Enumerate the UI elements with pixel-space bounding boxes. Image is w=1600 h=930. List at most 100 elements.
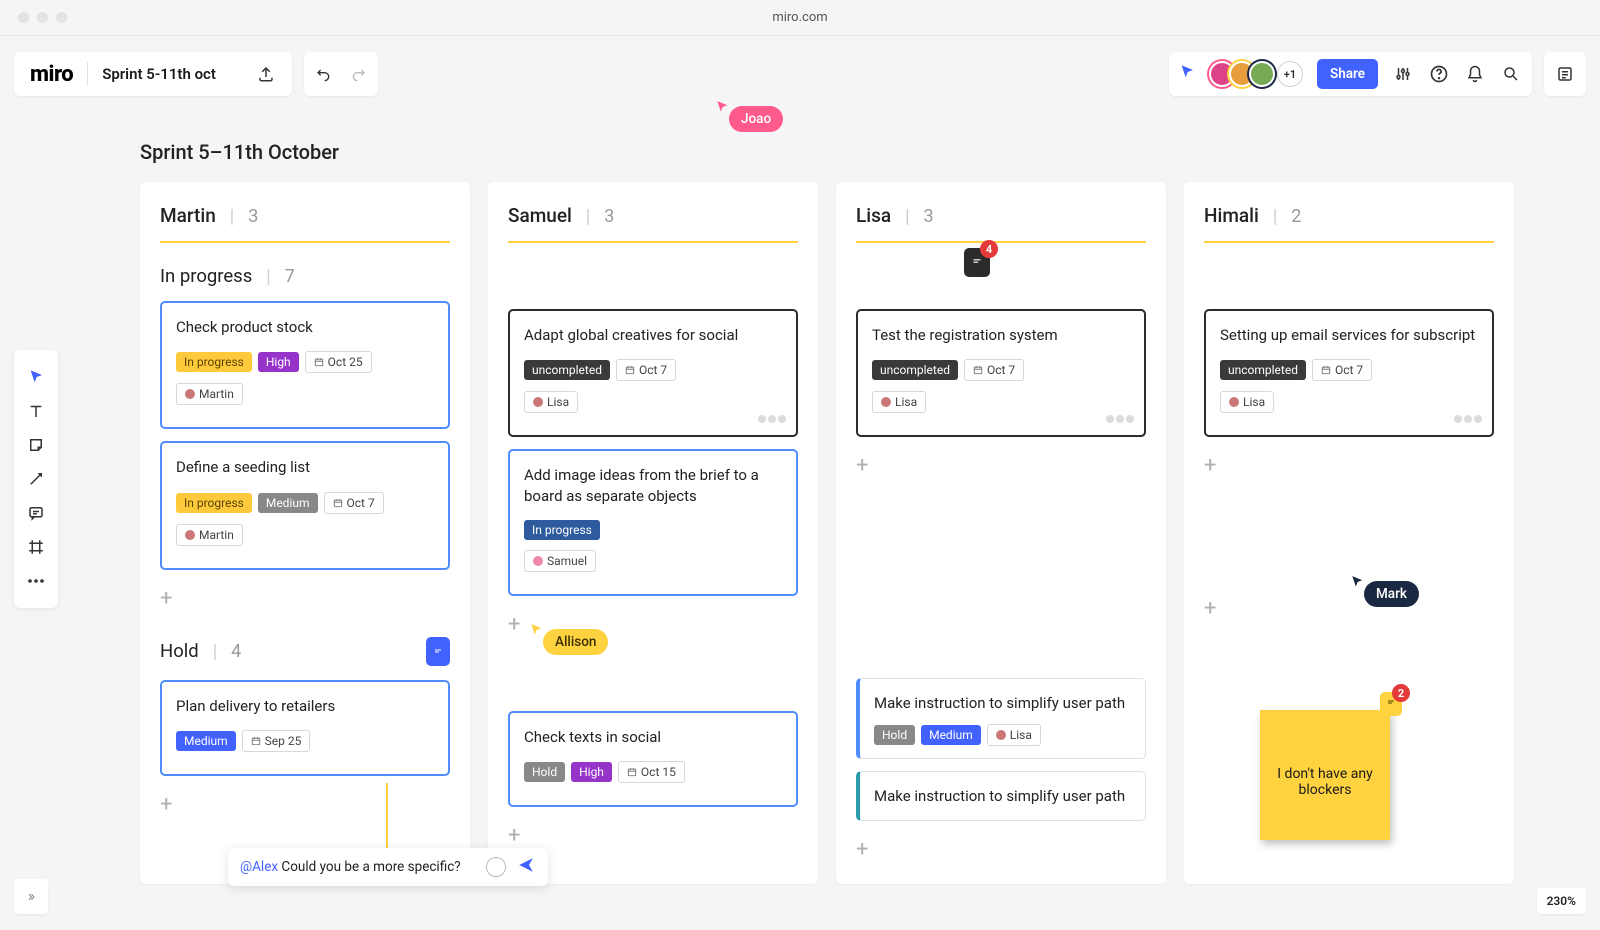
cursor-label: Joao bbox=[729, 106, 783, 132]
add-card-button[interactable]: + bbox=[508, 819, 798, 852]
comment-text[interactable]: @Alex Could you be a more specific? bbox=[240, 859, 476, 875]
text-tool-icon[interactable] bbox=[14, 394, 58, 428]
status-tag: Hold bbox=[524, 762, 565, 782]
card-title: Adapt global creatives for social bbox=[524, 325, 782, 345]
kanban-column-samuel[interactable]: Samuel | 3 Adapt global creatives for so… bbox=[488, 182, 818, 884]
card-title: Make instruction to simplify user path bbox=[874, 693, 1131, 713]
send-icon[interactable] bbox=[516, 856, 536, 878]
section-name: Hold bbox=[160, 640, 199, 662]
priority-tag: High bbox=[571, 762, 612, 782]
fullscreen-dot[interactable] bbox=[56, 12, 67, 23]
select-tool-icon[interactable] bbox=[14, 360, 58, 394]
comment-bubble-icon[interactable] bbox=[426, 637, 450, 666]
status-tag: uncompleted bbox=[872, 360, 958, 380]
date-tag: Oct 7 bbox=[616, 359, 676, 381]
card[interactable]: Check texts in social Hold High Oct 15 bbox=[508, 711, 798, 807]
card-title: Define a seeding list bbox=[176, 457, 434, 477]
assignee-tag: Samuel bbox=[524, 550, 596, 572]
add-card-button[interactable]: + bbox=[160, 582, 450, 615]
search-icon[interactable] bbox=[1500, 63, 1522, 85]
redo-icon[interactable] bbox=[348, 64, 368, 84]
date-tag: Oct 7 bbox=[324, 492, 384, 514]
cursor-label: Mark bbox=[1364, 581, 1419, 607]
section-count: 4 bbox=[231, 641, 241, 662]
more-icon[interactable] bbox=[758, 415, 786, 423]
avatar-stack[interactable]: +1 bbox=[1215, 61, 1303, 87]
export-icon[interactable] bbox=[256, 64, 276, 84]
emoji-picker-icon[interactable] bbox=[486, 857, 506, 877]
cursor-label: Allison bbox=[543, 629, 608, 655]
comment-input[interactable]: @Alex Could you be a more specific? bbox=[228, 848, 548, 886]
status-tag: In progress bbox=[176, 352, 252, 372]
notifications-bell-icon[interactable] bbox=[1464, 63, 1486, 85]
card[interactable]: Setting up email services for subscript … bbox=[1204, 309, 1494, 437]
kanban-column-martin[interactable]: Martin | 3 In progress | 7 Check product… bbox=[140, 182, 470, 884]
kanban-column-lisa[interactable]: Lisa | 3 4 Test the registration system … bbox=[836, 182, 1166, 884]
card[interactable]: Make instruction to simplify user path bbox=[856, 771, 1146, 821]
close-dot[interactable] bbox=[18, 12, 29, 23]
remote-cursor-joao: Joao bbox=[715, 100, 783, 132]
collaborators-chip: +1 Share bbox=[1169, 52, 1532, 96]
expand-panel-button[interactable] bbox=[14, 879, 48, 914]
comment-tool-icon[interactable] bbox=[14, 496, 58, 530]
share-button[interactable]: Share bbox=[1317, 59, 1378, 89]
sticky-comment-badge[interactable]: 2 bbox=[1380, 692, 1402, 716]
board-title: Sprint 5–11th October bbox=[140, 140, 1550, 164]
column-count: 3 bbox=[248, 206, 258, 227]
assignee-tag: Martin bbox=[176, 524, 243, 546]
add-card-button[interactable]: + bbox=[856, 449, 1146, 482]
frame-tool-icon[interactable] bbox=[14, 530, 58, 564]
card-title: Make instruction to simplify user path bbox=[874, 786, 1131, 806]
status-tag: uncompleted bbox=[524, 360, 610, 380]
column-count: 3 bbox=[604, 206, 614, 227]
extra-avatars-count[interactable]: +1 bbox=[1277, 61, 1303, 87]
avatar bbox=[1249, 61, 1275, 87]
card[interactable]: Check product stock In progress High Oct… bbox=[160, 301, 450, 429]
priority-tag: Medium bbox=[258, 493, 318, 513]
cursor-icon[interactable] bbox=[1179, 64, 1195, 84]
app-topbar: miro Sprint 5-11th oct bbox=[14, 52, 1586, 96]
assignee-tag: Lisa bbox=[1220, 391, 1274, 413]
status-tag: uncompleted bbox=[1220, 360, 1306, 380]
card[interactable]: Test the registration system uncompleted… bbox=[856, 309, 1146, 437]
add-card-button[interactable]: + bbox=[1204, 449, 1494, 482]
help-icon[interactable] bbox=[1428, 63, 1450, 85]
activity-feed-button[interactable] bbox=[1544, 52, 1586, 96]
column-name: Samuel bbox=[508, 204, 572, 227]
column-name: Himali bbox=[1204, 204, 1259, 227]
comment-thread-line bbox=[386, 783, 388, 853]
more-icon[interactable] bbox=[1454, 415, 1482, 423]
board-name: Sprint 5-11th oct bbox=[102, 65, 216, 83]
comment-badge-icon[interactable]: 4 bbox=[964, 248, 990, 277]
priority-tag: Medium bbox=[176, 731, 236, 751]
column-name: Lisa bbox=[856, 204, 891, 227]
zoom-indicator[interactable]: 230% bbox=[1537, 888, 1586, 914]
card-title: Plan delivery to retailers bbox=[176, 696, 434, 716]
divider bbox=[87, 62, 88, 86]
card[interactable]: Make instruction to simplify user path H… bbox=[856, 678, 1146, 758]
connector-tool-icon[interactable] bbox=[14, 462, 58, 496]
assignee-tag: Martin bbox=[176, 383, 243, 405]
sticky-note-tool-icon[interactable] bbox=[14, 428, 58, 462]
assignee-tag: Lisa bbox=[987, 724, 1041, 746]
sticky-note[interactable]: 2 I don't have any blockers bbox=[1260, 710, 1390, 840]
card[interactable]: Define a seeding list In progress Medium… bbox=[160, 441, 450, 569]
card[interactable]: Add image ideas from the brief to a boar… bbox=[508, 449, 798, 596]
mention: @Alex bbox=[240, 859, 278, 875]
undo-icon[interactable] bbox=[314, 64, 334, 84]
date-tag: Oct 7 bbox=[1312, 359, 1372, 381]
add-card-button[interactable]: + bbox=[1204, 592, 1494, 625]
add-card-button[interactable]: + bbox=[856, 833, 1146, 866]
board-title-chip[interactable]: miro Sprint 5-11th oct bbox=[14, 52, 292, 96]
settings-sliders-icon[interactable] bbox=[1392, 63, 1414, 85]
badge-count: 4 bbox=[980, 240, 998, 258]
traffic-lights bbox=[18, 12, 67, 23]
card[interactable]: Adapt global creatives for social uncomp… bbox=[508, 309, 798, 437]
card[interactable]: Plan delivery to retailers Medium Sep 25 bbox=[160, 680, 450, 776]
more-tools-icon[interactable] bbox=[14, 564, 58, 598]
minimize-dot[interactable] bbox=[37, 12, 48, 23]
window-titlebar: miro.com bbox=[0, 0, 1600, 36]
more-icon[interactable] bbox=[1106, 415, 1134, 423]
add-card-button[interactable]: + bbox=[160, 788, 450, 821]
date-tag: Oct 7 bbox=[964, 359, 1024, 381]
